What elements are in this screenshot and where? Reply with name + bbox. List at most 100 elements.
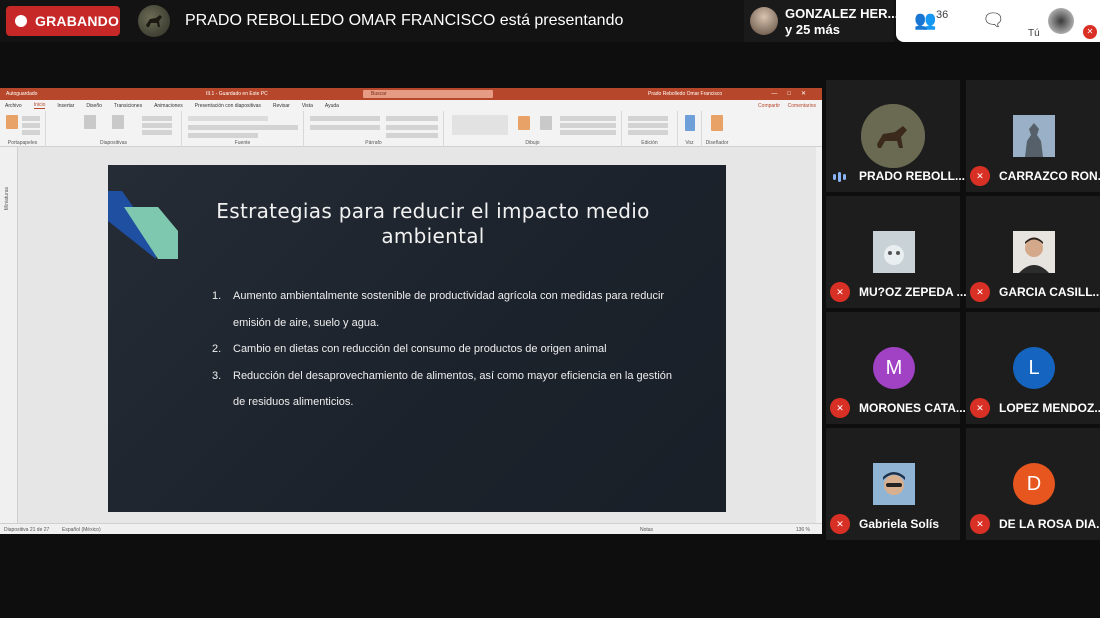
participant-tile[interactable]: ✕ CARRAZCO RON... — [966, 80, 1100, 192]
participant-name: CARRAZCO RON... — [999, 169, 1100, 183]
ribbon-group-dibujo: Dibujo — [444, 111, 622, 147]
list-item-text: Reducción del desaprovechamiento de alim… — [233, 369, 673, 409]
ribbon-group-edicion: Edición — [622, 111, 678, 147]
participant-tile[interactable]: ✕ Gabriela Solís — [826, 428, 960, 540]
document-title: III.1 - Guardado en Este PC — [206, 91, 268, 97]
tab-diseno[interactable]: Diseño — [86, 103, 102, 109]
recording-label: GRABANDO — [35, 13, 120, 29]
participant-avatar: M — [873, 347, 915, 389]
list-item-number: 1. — [212, 290, 222, 302]
ppt-title-bar: Autoguardado III.1 - Guardado en Este PC… — [0, 88, 822, 100]
thumbnail-pane-label: Miniaturas — [4, 187, 10, 211]
pinned-participants-box[interactable]: GONZALEZ HER... y 25 más — [744, 0, 898, 42]
dictate-icon[interactable] — [685, 115, 695, 131]
participant-name: DE LA ROSA DIA... — [999, 517, 1100, 531]
group-label: Dibujo — [525, 140, 540, 146]
list-item: 3. Reducción del desaprovechamiento de a… — [212, 363, 682, 416]
meeting-controls: 👥 36 🗨 Tú ✕ — [896, 0, 1100, 42]
list-item-number: 2. — [212, 343, 222, 355]
people-icon[interactable]: 👥 — [914, 10, 936, 31]
participant-avatar — [1013, 115, 1055, 157]
mic-off-icon: ✕ — [970, 514, 990, 534]
chat-icon[interactable]: 🗨 — [982, 10, 1005, 31]
language-indicator[interactable]: Español (México) — [62, 527, 101, 533]
thumbnail-pane[interactable]: Miniaturas — [0, 147, 18, 523]
participant-name: MORONES CATA... — [859, 401, 966, 415]
participant-name: LOPEZ MENDOZ... — [999, 401, 1100, 415]
presenter-avatar — [138, 5, 170, 37]
slide-counter: Diapositiva 21 de 27 — [4, 527, 50, 533]
pinned-participant-name: GONZALEZ HER... — [785, 6, 899, 21]
pinned-participant-more: y 25 más — [785, 22, 840, 37]
slide-title: Estrategias para reducir el impacto medi… — [216, 199, 650, 248]
tab-archivo[interactable]: Archivo — [5, 103, 22, 109]
account-name[interactable]: Prado Rebolledo Omar Francisco — [648, 91, 722, 97]
participant-tile[interactable]: L ✕ LOPEZ MENDOZ... — [966, 312, 1100, 424]
group-label: Voz — [685, 140, 694, 146]
tab-inicio[interactable]: Inicio — [33, 102, 46, 109]
group-label: Párrafo — [365, 140, 382, 146]
zoom-level[interactable]: 136 % — [796, 527, 810, 533]
participant-tile[interactable]: D ✕ DE LA ROSA DIA... — [966, 428, 1100, 540]
recording-dot-icon — [15, 15, 27, 27]
tab-insertar[interactable]: Insertar — [57, 103, 74, 109]
list-item-number: 3. — [212, 369, 222, 382]
tab-presentacion[interactable]: Presentación con diapositivas — [195, 103, 261, 109]
participant-avatar — [750, 7, 778, 35]
list-item-text: Cambio en dietas con reducción del consu… — [233, 343, 607, 355]
participant-tile[interactable]: PRADO REBOLL... — [826, 80, 965, 192]
group-label: Diseñador — [705, 140, 729, 146]
group-label: Edición — [641, 140, 658, 146]
participant-avatar: D — [1013, 463, 1055, 505]
participant-avatar — [861, 104, 925, 168]
quick-styles-icon[interactable] — [540, 116, 552, 130]
ribbon-group-parrafo: Párrafo — [304, 111, 444, 147]
search-input[interactable]: Buscar — [363, 90, 493, 98]
participant-avatar: L — [1013, 347, 1055, 389]
list-item: 2. Cambio en dietas con reducción del co… — [212, 336, 682, 363]
paste-icon[interactable] — [6, 115, 18, 129]
font-family-select[interactable] — [188, 116, 268, 121]
new-slide-icon[interactable] — [84, 115, 96, 129]
ribbon-group-disenador: Diseñador — [702, 111, 732, 147]
participant-avatar — [873, 463, 915, 505]
arrange-icon[interactable] — [518, 116, 530, 130]
slide-canvas[interactable]: Estrategias para reducir el impacto medi… — [108, 165, 726, 512]
participant-avatar — [873, 231, 915, 273]
notes-button[interactable]: Notas — [640, 527, 653, 533]
participant-tile[interactable]: M ✕ MORONES CATA... — [826, 312, 966, 424]
presenter-status-text: PRADO REBOLLEDO OMAR FRANCISCO está pres… — [185, 12, 624, 29]
ribbon-group-voz: Voz — [678, 111, 702, 147]
shapes-gallery[interactable] — [452, 115, 508, 135]
reuse-slide-icon[interactable] — [112, 115, 124, 129]
tab-revisar[interactable]: Revisar — [273, 103, 290, 109]
designer-icon[interactable] — [711, 115, 723, 131]
comments-button[interactable]: Comentarios — [788, 103, 816, 109]
speaking-indicator-icon — [833, 172, 846, 182]
ribbon-tabs: Archivo Inicio Insertar Diseño Transicio… — [0, 100, 822, 111]
status-bar: Diapositiva 21 de 27 Español (México) No… — [0, 523, 822, 534]
participant-name: Gabriela Solís — [859, 517, 940, 531]
participant-name: GARCIA CASILL... — [999, 285, 1100, 299]
participant-tile[interactable]: ✕ GARCIA CASILL... — [966, 196, 1100, 308]
bottom-area — [0, 540, 1100, 618]
recording-badge: GRABANDO — [6, 6, 120, 36]
autosave-label[interactable]: Autoguardado — [6, 91, 37, 97]
tab-vista[interactable]: Vista — [302, 103, 313, 109]
ribbon-group-portapapeles: Portapapeles — [0, 111, 46, 147]
participant-tile[interactable]: ✕ MU?OZ ZEPEDA ... — [826, 196, 967, 308]
mic-off-icon: ✕ — [970, 398, 990, 418]
mic-off-icon: ✕ — [1083, 25, 1097, 39]
self-avatar[interactable] — [1048, 8, 1074, 34]
mic-off-icon: ✕ — [970, 166, 990, 186]
list-item-text: Aumento ambientalmente sostenible de pro… — [233, 290, 665, 329]
ribbon: Portapapeles Diapositivas Fuente Párrafo — [0, 111, 822, 147]
tab-animaciones[interactable]: Animaciones — [154, 103, 183, 109]
participant-grid: PRADO REBOLL... ✕ CARRAZCO RON... ✕ MU?O… — [826, 80, 1100, 540]
share-button[interactable]: Compartir — [758, 103, 780, 109]
tab-ayuda[interactable]: Ayuda — [325, 103, 339, 109]
vertical-scrollbar[interactable] — [816, 147, 822, 523]
participant-name: PRADO REBOLL... — [859, 169, 966, 183]
tab-transiciones[interactable]: Transiciones — [114, 103, 142, 109]
window-controls[interactable]: —□✕ — [771, 90, 816, 97]
